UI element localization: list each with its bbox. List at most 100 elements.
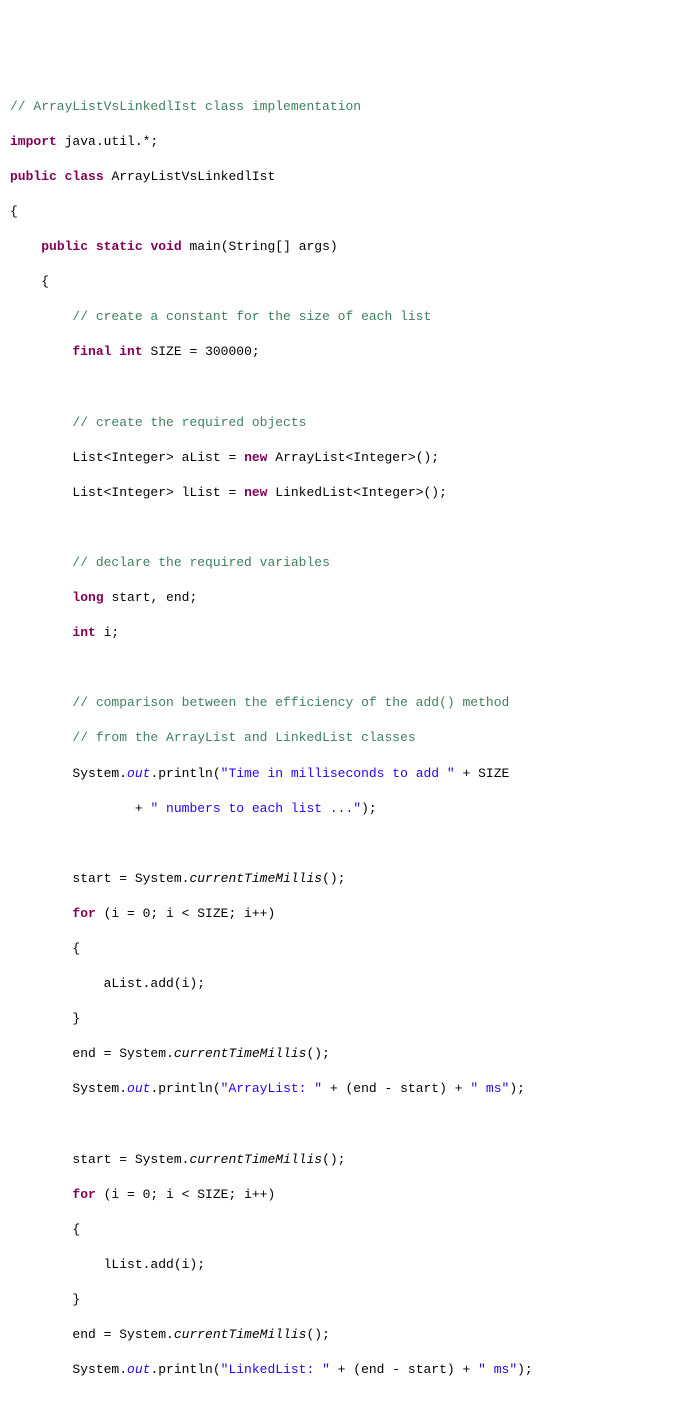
method-ctm: currentTimeMillis bbox=[189, 1152, 322, 1167]
blank-line bbox=[10, 659, 670, 677]
close: (); bbox=[322, 871, 345, 886]
import-line: import java.util.*; bbox=[10, 133, 670, 151]
for-header: (i = 0; i < SIZE; i++) bbox=[96, 906, 275, 921]
println-cont: + " numbers to each list ..."); bbox=[10, 800, 670, 818]
class-name: ArrayListVsLinkedlIst bbox=[104, 169, 276, 184]
close: (); bbox=[322, 1152, 345, 1167]
field-out: out bbox=[127, 1362, 150, 1377]
comment-line: // create a constant for the size of eac… bbox=[10, 308, 670, 326]
stmt: lList.add(i); bbox=[104, 1257, 205, 1272]
keyword-class: class bbox=[65, 169, 104, 184]
string: " ms" bbox=[478, 1362, 517, 1377]
string: "Time in milliseconds to add " bbox=[221, 766, 455, 781]
brace: { bbox=[10, 273, 670, 291]
blank-line bbox=[10, 378, 670, 396]
keyword-public: public bbox=[10, 169, 57, 184]
method: .println( bbox=[150, 766, 220, 781]
blank-line bbox=[10, 1115, 670, 1133]
expr: + (end - start) + bbox=[322, 1081, 470, 1096]
end-assign: end = System.currentTimeMillis(); bbox=[10, 1326, 670, 1344]
keyword-new: new bbox=[244, 485, 267, 500]
sys: System. bbox=[72, 1081, 127, 1096]
comment: // comparison between the efficiency of … bbox=[72, 695, 509, 710]
for-line: for (i = 0; i < SIZE; i++) bbox=[10, 905, 670, 923]
method: .println( bbox=[150, 1362, 220, 1377]
keyword-import: import bbox=[10, 134, 57, 149]
keyword-new: new bbox=[244, 450, 267, 465]
keyword-int: int bbox=[72, 625, 95, 640]
size-value: SIZE = 300000; bbox=[143, 344, 260, 359]
brace: { bbox=[10, 203, 670, 221]
method-decl: public static void main(String[] args) bbox=[10, 238, 670, 256]
field-out: out bbox=[127, 766, 150, 781]
method-sig: main(String[] args) bbox=[182, 239, 338, 254]
vars: i; bbox=[96, 625, 119, 640]
keyword-int: int bbox=[119, 344, 142, 359]
brace: { bbox=[10, 1221, 670, 1239]
int-decl: int i; bbox=[10, 624, 670, 642]
comment-line: // create the required objects bbox=[10, 414, 670, 432]
close: (); bbox=[306, 1327, 329, 1342]
class-decl: public class ArrayListVsLinkedlIst bbox=[10, 168, 670, 186]
lhs: start = System. bbox=[72, 871, 189, 886]
string: "LinkedList: " bbox=[221, 1362, 330, 1377]
start-assign: start = System.currentTimeMillis(); bbox=[10, 1151, 670, 1169]
llist-decl: List<Integer> lList = new LinkedList<Int… bbox=[10, 484, 670, 502]
ctor: ArrayList<Integer>(); bbox=[267, 450, 439, 465]
string: "ArrayList: " bbox=[221, 1081, 322, 1096]
comment-line: // declare the required variables bbox=[10, 554, 670, 572]
long-decl: long start, end; bbox=[10, 589, 670, 607]
method-ctm: currentTimeMillis bbox=[189, 871, 322, 886]
keyword-void: void bbox=[150, 239, 181, 254]
method-ctm: currentTimeMillis bbox=[174, 1046, 307, 1061]
brace: } bbox=[10, 1291, 670, 1309]
keyword-public: public bbox=[41, 239, 88, 254]
close: (); bbox=[306, 1046, 329, 1061]
for-header: (i = 0; i < SIZE; i++) bbox=[96, 1187, 275, 1202]
println-line: System.out.println("ArrayList: " + (end … bbox=[10, 1080, 670, 1098]
lhs: start = System. bbox=[72, 1152, 189, 1167]
println-line: System.out.println("Time in milliseconds… bbox=[10, 765, 670, 783]
comment: // ArrayListVsLinkedlIst class implement… bbox=[10, 99, 361, 114]
field-out: out bbox=[127, 1081, 150, 1096]
alist-add: aList.add(i); bbox=[10, 975, 670, 993]
llist-add: lList.add(i); bbox=[10, 1256, 670, 1274]
blank-line bbox=[10, 519, 670, 537]
keyword-static: static bbox=[96, 239, 143, 254]
comment: // create the required objects bbox=[72, 415, 306, 430]
ctor: LinkedList<Integer>(); bbox=[267, 485, 446, 500]
string: " ms" bbox=[470, 1081, 509, 1096]
method: .println( bbox=[150, 1081, 220, 1096]
brace: } bbox=[10, 1010, 670, 1028]
method-ctm: currentTimeMillis bbox=[174, 1327, 307, 1342]
keyword-long: long bbox=[72, 590, 103, 605]
lhs: List<Integer> lList = bbox=[72, 485, 244, 500]
keyword-final: final bbox=[72, 344, 111, 359]
comment-line: // from the ArrayList and LinkedList cla… bbox=[10, 729, 670, 747]
comment-line: // comparison between the efficiency of … bbox=[10, 694, 670, 712]
lhs: end = System. bbox=[72, 1046, 173, 1061]
string: " numbers to each list ..." bbox=[150, 801, 361, 816]
brace: { bbox=[10, 940, 670, 958]
keyword-for: for bbox=[72, 906, 95, 921]
keyword-for: for bbox=[72, 1187, 95, 1202]
alist-decl: List<Integer> aList = new ArrayList<Inte… bbox=[10, 449, 670, 467]
comment-line: // ArrayListVsLinkedlIst class implement… bbox=[10, 98, 670, 116]
end-assign: end = System.currentTimeMillis(); bbox=[10, 1045, 670, 1063]
sys: System. bbox=[72, 766, 127, 781]
plus-size: + SIZE bbox=[455, 766, 510, 781]
size-decl: final int SIZE = 300000; bbox=[10, 343, 670, 361]
vars: start, end; bbox=[104, 590, 198, 605]
stmt: aList.add(i); bbox=[104, 976, 205, 991]
sys: System. bbox=[72, 1362, 127, 1377]
code-block: // ArrayListVsLinkedlIst class implement… bbox=[10, 80, 670, 1396]
close: ); bbox=[509, 1081, 525, 1096]
close: ); bbox=[361, 801, 377, 816]
expr: + (end - start) + bbox=[330, 1362, 478, 1377]
for-line: for (i = 0; i < SIZE; i++) bbox=[10, 1186, 670, 1204]
comment: // declare the required variables bbox=[72, 555, 329, 570]
start-assign: start = System.currentTimeMillis(); bbox=[10, 870, 670, 888]
close: ); bbox=[517, 1362, 533, 1377]
lhs: end = System. bbox=[72, 1327, 173, 1342]
comment: // from the ArrayList and LinkedList cla… bbox=[72, 730, 415, 745]
